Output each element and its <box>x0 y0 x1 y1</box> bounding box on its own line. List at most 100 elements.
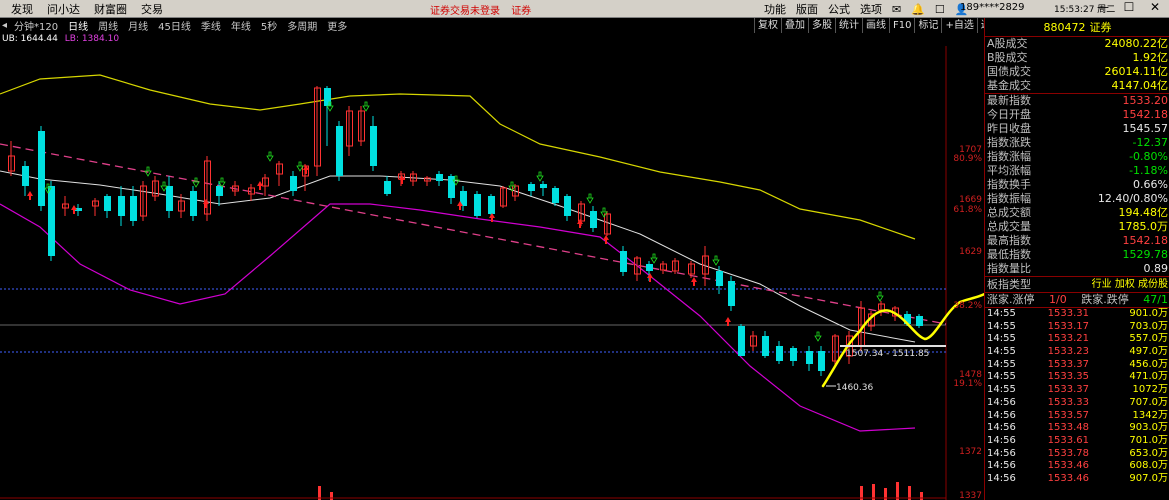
period-monthly[interactable]: 月线 <box>123 18 153 33</box>
tool-multi-stock[interactable]: 多股 <box>808 18 835 33</box>
tool-adjust[interactable]: 复权 <box>754 18 781 33</box>
period-multi[interactable]: 多周期 <box>282 18 322 33</box>
close-icon[interactable]: ✕ <box>1142 0 1168 14</box>
candle-body-down <box>118 196 125 216</box>
tick-row: 14:55 1533.23 497.0万 <box>985 346 1169 359</box>
stat-label: 指数量比 <box>987 262 1031 275</box>
tick-price: 1533.23 <box>1047 346 1089 358</box>
stat-row: 指数振幅 12.40/0.80% <box>985 192 1169 206</box>
period-quarterly[interactable]: 季线 <box>196 18 226 33</box>
candle-body-down <box>290 176 297 191</box>
stat-row: 总成交额 194.48亿 <box>985 206 1169 220</box>
tick-row: 14:56 1533.33 707.0万 <box>985 397 1169 410</box>
menu-wealth-circle[interactable]: 财富圈 <box>87 1 134 17</box>
menu-layout[interactable]: 版面 <box>796 1 818 17</box>
low-price-annotation: 1460.36 <box>836 383 873 393</box>
chat-icon[interactable]: ☐ <box>935 3 945 16</box>
stat-value: 1542.18 <box>1122 108 1169 121</box>
tool-stats[interactable]: 统计 <box>835 18 862 33</box>
stat-row: 昨日收盘 1545.57 <box>985 122 1169 136</box>
tool-overlay[interactable]: 叠加 <box>781 18 808 33</box>
sell-signal-arrow <box>362 101 370 112</box>
period-weekly[interactable]: 周线 <box>93 18 123 33</box>
stat-row: 最新指数 1533.20 <box>985 94 1169 108</box>
mail-icon[interactable]: ✉ <box>892 3 901 16</box>
up-value: 1/0 <box>1049 293 1067 306</box>
tick-price: 1533.48 <box>1047 422 1089 434</box>
tick-volume: 701.0万 <box>1129 434 1168 446</box>
menu-ask[interactable]: 问小达 <box>40 1 87 17</box>
tick-price: 1533.78 <box>1047 447 1089 459</box>
username[interactable]: 189****2829 <box>960 2 1025 13</box>
tick-volume: 901.0万 <box>1129 308 1168 319</box>
tool-mark[interactable]: 标记 <box>914 18 941 33</box>
tick-time: 14:55 <box>987 384 1016 396</box>
tick-price: 1533.57 <box>1047 409 1089 421</box>
menu-formula[interactable]: 公式 <box>828 1 850 17</box>
period-daily[interactable]: 日线 <box>63 18 93 33</box>
tick-price: 1533.17 <box>1047 320 1089 332</box>
tick-price: 1533.35 <box>1047 371 1089 383</box>
chevron-left-icon[interactable]: ◂ <box>0 20 9 31</box>
menu-trade[interactable]: 交易 <box>134 1 170 17</box>
candle-body-down <box>104 196 111 211</box>
stat-row: 指数涨跌 -12.37 <box>985 136 1169 150</box>
turnover-label: 基金成交 <box>987 79 1031 92</box>
period-minute[interactable]: 分钟*120 <box>9 18 63 33</box>
stat-row: 指数换手 0.66% <box>985 178 1169 192</box>
period-more[interactable]: 更多 <box>322 18 352 33</box>
tick-volume: 907.0万 <box>1129 472 1168 484</box>
menu-discover[interactable]: 发现 <box>4 1 40 17</box>
menu-options[interactable]: 选项 <box>860 1 882 17</box>
stat-label: 指数涨幅 <box>987 150 1031 163</box>
sell-signal-arrow <box>814 331 822 342</box>
price-axis-label: 1337 <box>959 491 982 500</box>
login-status[interactable]: 证券交易未登录 <box>430 6 500 17</box>
candle-body-down <box>166 186 173 211</box>
candle-body-down <box>22 166 29 186</box>
turnover-label: B股成交 <box>987 51 1028 64</box>
ub-value: UB: 1644.44 <box>2 34 58 44</box>
tick-price: 1533.33 <box>1047 396 1089 408</box>
candle-body-down <box>646 264 653 271</box>
tool-drawline[interactable]: 画线 <box>862 18 889 33</box>
period-45day[interactable]: 45日线 <box>153 18 196 33</box>
candle-body-down <box>738 326 745 356</box>
tick-list[interactable]: 14:55 1533.31 901.0万 14:55 1533.17 703.0万 14:5… <box>985 308 1169 486</box>
index-code: 880472 <box>1043 20 1086 34</box>
stat-label: 今日开盘 <box>987 108 1031 121</box>
maximize-icon[interactable]: ☐ <box>1116 0 1142 14</box>
stat-row: 总成交量 1785.0万 <box>985 220 1169 234</box>
stat-label: 昨日收盘 <box>987 122 1031 135</box>
candle-body-down <box>48 186 55 256</box>
notice-security[interactable]: 证券 <box>511 6 531 17</box>
tick-row: 14:55 1533.37 456.0万 <box>985 359 1169 372</box>
stat-label: 指数涨跌 <box>987 136 1031 149</box>
period-5sec[interactable]: 5秒 <box>256 18 282 33</box>
bell-icon[interactable]: 🔔 <box>911 3 925 16</box>
turnover-value: 1.92亿 <box>1132 51 1169 64</box>
candle-body-down <box>324 88 331 106</box>
tick-volume: 1072万 <box>1132 384 1168 396</box>
sell-signal-arrow <box>192 177 200 188</box>
stat-value: -12.37 <box>1132 136 1168 149</box>
minimize-icon[interactable]: — <box>1090 0 1116 14</box>
tick-row: 14:55 1533.21 557.0万 <box>985 333 1169 346</box>
down-value: 47/1 <box>1143 293 1168 306</box>
stat-label: 最新指数 <box>987 94 1031 107</box>
sell-signal-arrow <box>266 151 274 162</box>
kline-chart[interactable]: 170780.9%166961.8%162938.2%147819.1%1372… <box>0 46 984 500</box>
tool-add-watch[interactable]: +自选 <box>941 18 976 33</box>
tick-row: 14:56 1533.46 907.0万 <box>985 473 1169 486</box>
tick-time: 14:56 <box>987 434 1016 446</box>
tick-row: 14:55 1533.31 901.0万 <box>985 308 1169 321</box>
buy-signal-arrow <box>203 199 209 208</box>
index-type-tags: 行业 加权 成份股 <box>1091 279 1168 290</box>
price-axis-label: 80.9% <box>953 154 982 164</box>
sell-signal-arrow <box>586 193 594 204</box>
period-yearly[interactable]: 年线 <box>226 18 256 33</box>
menu-function[interactable]: 功能 <box>764 1 786 17</box>
candle-body-down <box>762 336 769 356</box>
stat-row: 指数量比 0.89 <box>985 262 1169 276</box>
tool-f10[interactable]: F10 <box>889 18 914 33</box>
